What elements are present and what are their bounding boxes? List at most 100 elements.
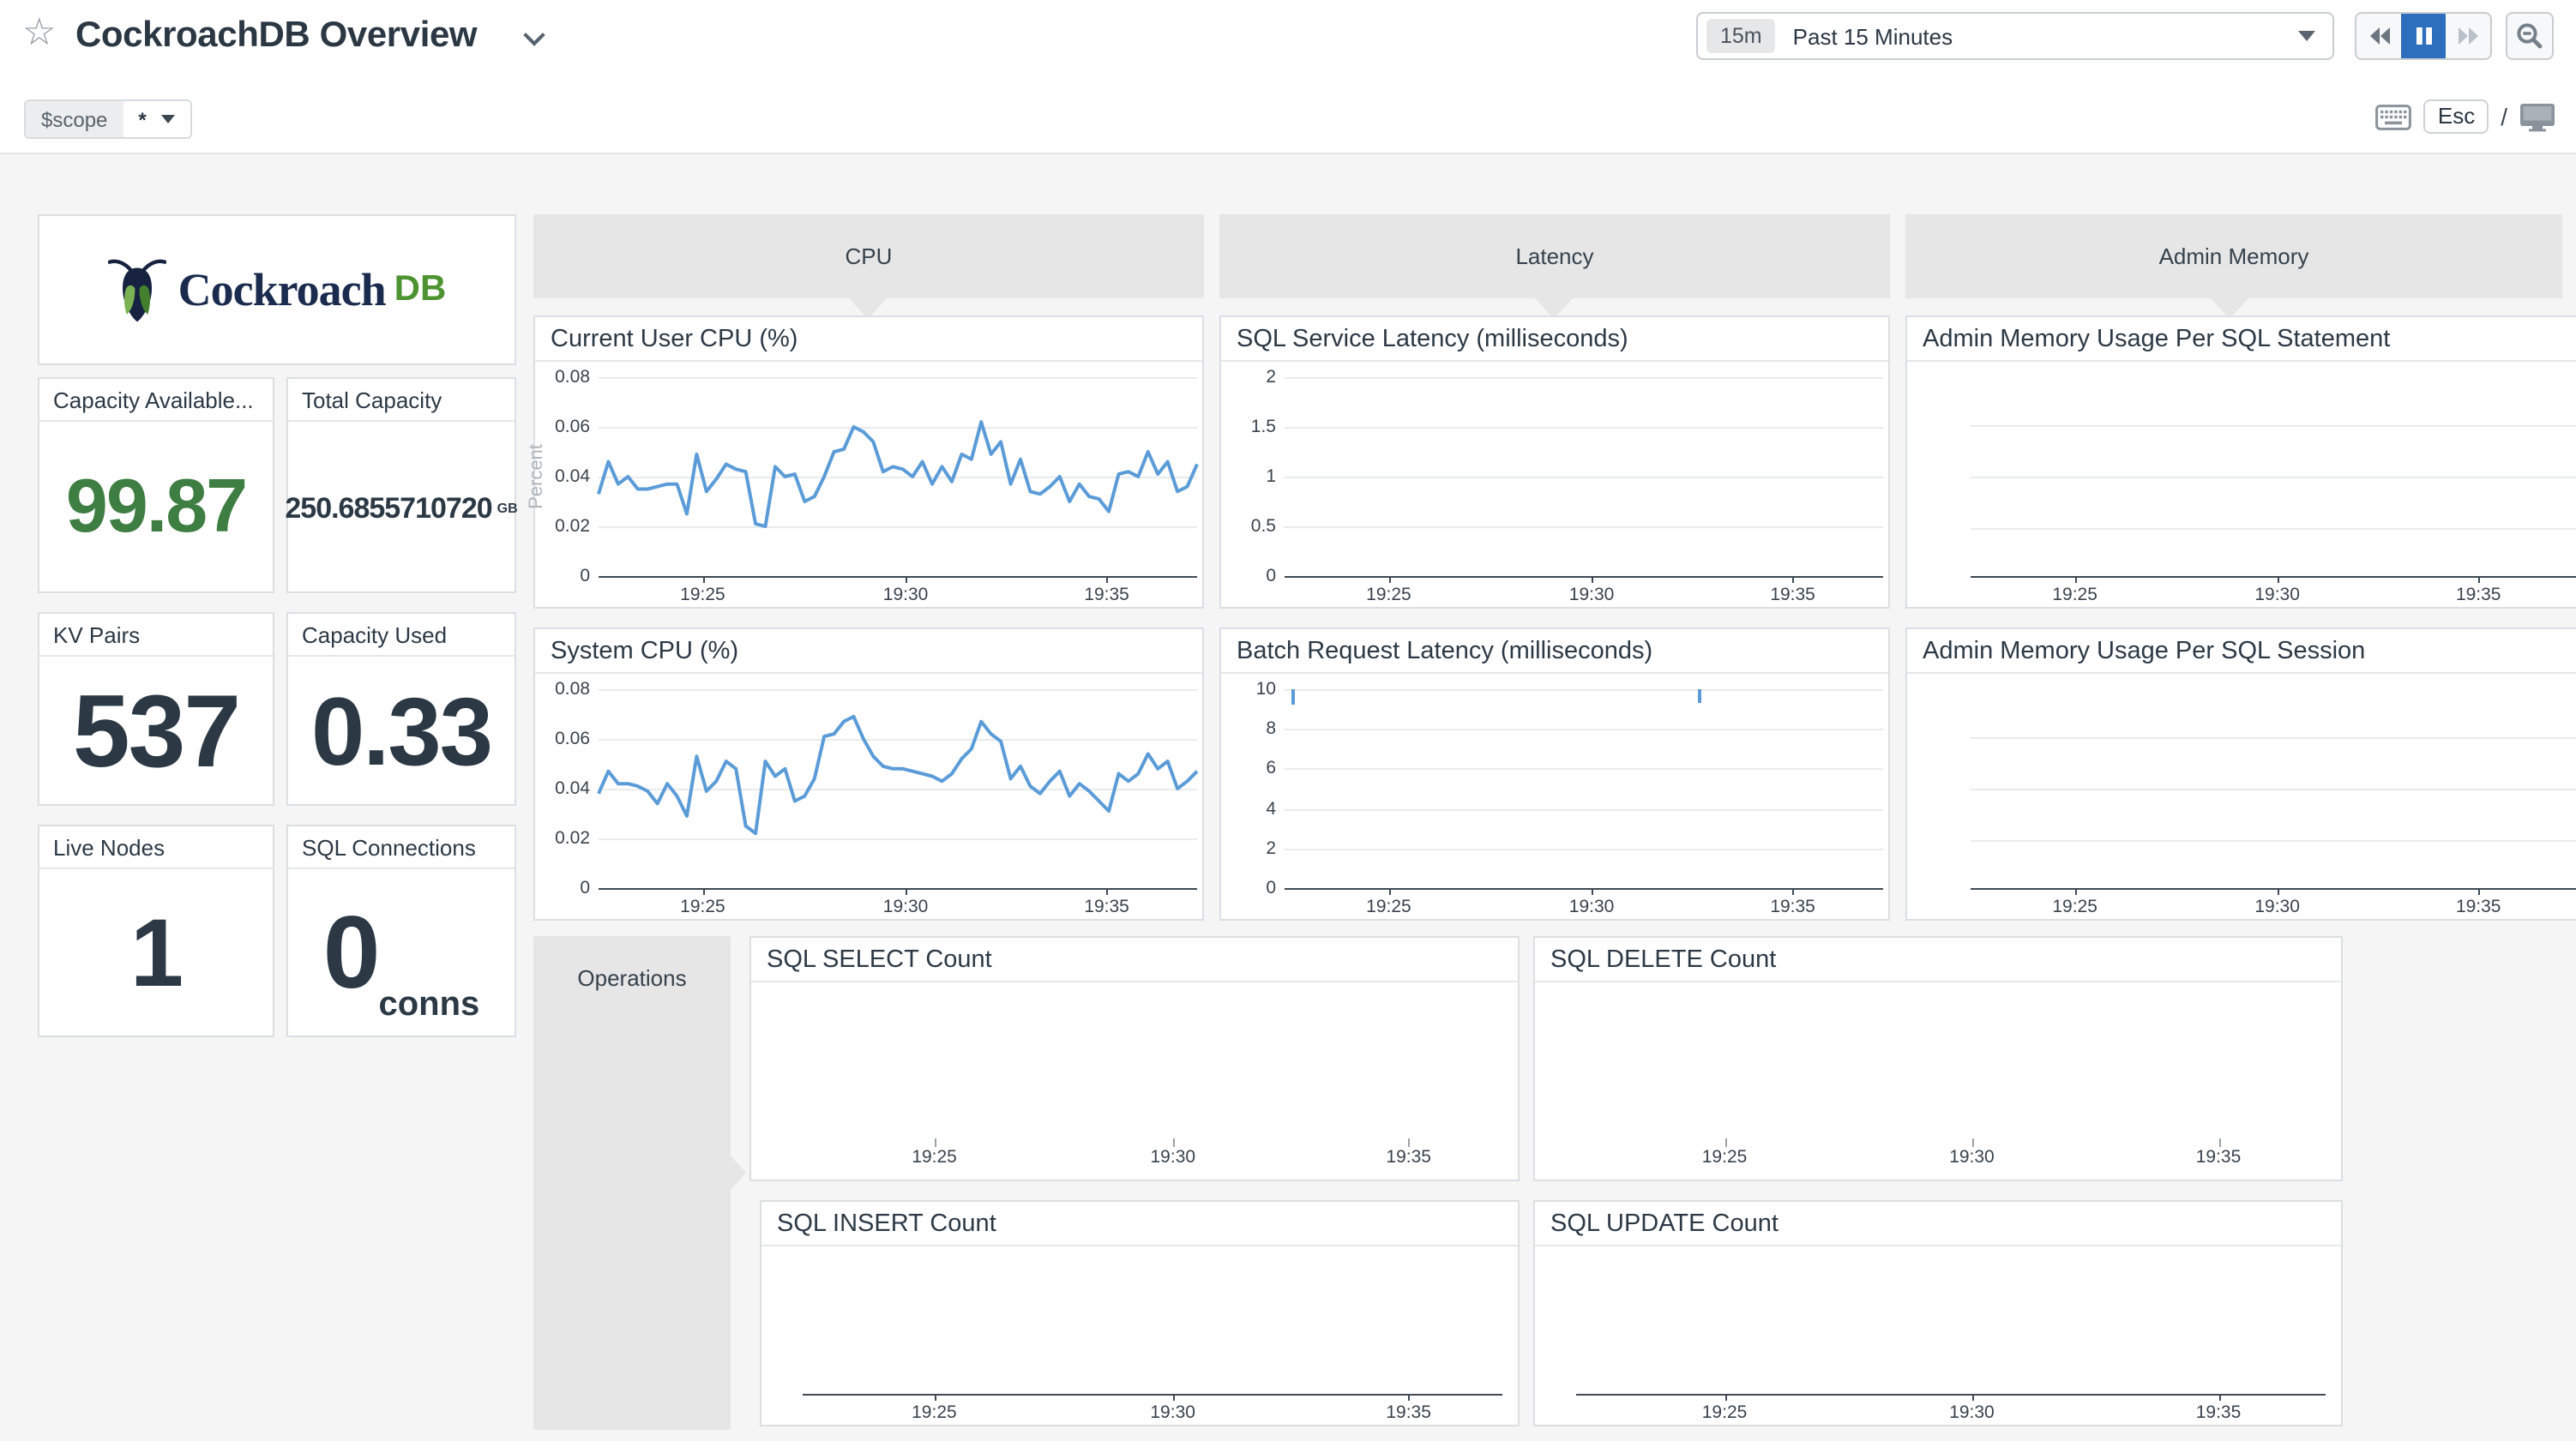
cockroach-bug-icon (108, 254, 166, 326)
y-axis-tick-label: 1.5 (1251, 417, 1276, 437)
group-header-admin-memory[interactable]: Admin Memory (1905, 214, 2562, 298)
y-axis-tick-label: 10 (1256, 679, 1276, 699)
group-title: Operations (533, 965, 731, 991)
x-axis-tick-mark (1971, 1394, 1973, 1401)
stat-card-capacity-used[interactable]: Capacity Used 0.33 (286, 612, 516, 806)
scope-variable-value[interactable]: * (123, 101, 190, 137)
group-header-latency[interactable]: Latency (1219, 214, 1890, 298)
chart-plot-area[interactable]: 19:2519:3019:35 (1971, 689, 2576, 888)
stat-value: 0.33 (311, 683, 491, 779)
chart-sql-update-count[interactable]: SQL UPDATE Count 19:2519:3019:35 (1533, 1200, 2343, 1426)
scope-value-text: * (138, 107, 146, 131)
stat-value: 1 (130, 905, 182, 1001)
fullscreen-monitor-icon[interactable] (2519, 102, 2555, 131)
gridline (1971, 737, 2576, 739)
x-axis-tick-label: 19:35 (1770, 897, 1815, 917)
x-axis-line (803, 1393, 1502, 1396)
y-axis-tick-label: 0.02 (555, 516, 590, 537)
x-axis-tick-label: 19:35 (1084, 585, 1129, 605)
shortcut-separator: / (2501, 103, 2507, 130)
stat-card-live-nodes[interactable]: Live Nodes 1 (38, 825, 274, 1037)
timeseries-line (599, 689, 1197, 888)
chart-sql-insert-count[interactable]: SQL INSERT Count 19:2519:3019:35 (760, 1200, 1520, 1426)
group-title: Admin Memory (2159, 243, 2309, 269)
chart-system-cpu[interactable]: System CPU (%) 0.080.060.040.02019:2519:… (533, 627, 1204, 921)
chart-plot-area[interactable]: 108642019:2519:3019:35 (1285, 689, 1883, 888)
y-axis-tick-label: 2 (1266, 838, 1276, 859)
gridline (1971, 840, 2576, 842)
chart-title: SQL SELECT Count (751, 938, 1518, 982)
chart-sql-delete-count[interactable]: SQL DELETE Count 19:2519:3019:35 (1533, 936, 2343, 1181)
group-header-operations[interactable]: Operations (533, 936, 731, 1430)
group-header-cpu[interactable]: CPU (533, 214, 1204, 298)
chart-admin-memory-per-sql-session[interactable]: Admin Memory Usage Per SQL Session 19:25… (1905, 627, 2576, 921)
gridline (1971, 477, 2576, 478)
y-axis-tick-label: 1 (1266, 466, 1276, 487)
brand-wordmark: Cockroach (178, 263, 386, 316)
y-axis-tick-label: 0.04 (555, 778, 590, 799)
x-axis-tick-label: 19:25 (680, 585, 725, 605)
scope-variable-selector[interactable]: $scope * (24, 99, 193, 139)
chart-title: Admin Memory Usage Per SQL Statement (1907, 317, 2576, 362)
x-axis-tick-label: 19:30 (1569, 897, 1615, 917)
group-pointer-operations (731, 1156, 746, 1190)
x-axis-tick-label: 19:35 (1770, 585, 1815, 605)
x-axis-tick-mark (1107, 576, 1109, 583)
x-axis-tick-mark (2075, 888, 2077, 895)
chart-plot-area[interactable]: 0.080.060.040.02019:2519:3019:35Percent (599, 377, 1197, 576)
time-range-picker[interactable]: 15m Past 15 Minutes (1696, 12, 2334, 60)
stat-card-kv-pairs[interactable]: KV Pairs 537 (38, 612, 274, 806)
fast-forward-button[interactable] (2446, 14, 2490, 58)
gridline (1285, 427, 1883, 429)
chart-plot-area[interactable]: 0.080.060.040.02019:2519:3019:35 (599, 689, 1197, 888)
chart-plot-area[interactable]: 21.510.5019:2519:3019:35 (1285, 377, 1883, 576)
x-axis-tick-label: 19:35 (2456, 585, 2501, 605)
gridline (1971, 528, 2576, 530)
x-axis-tick-label: 19:35 (1386, 1147, 1431, 1168)
title-chevron-down-icon[interactable] (523, 24, 545, 45)
chart-plot-area[interactable]: 19:2519:3019:35 (1576, 993, 2326, 1138)
pause-button[interactable] (2401, 14, 2446, 58)
chart-current-user-cpu[interactable]: Current User CPU (%) 0.080.060.040.02019… (533, 315, 1204, 609)
template-variable-bar: $scope * Esc / (0, 86, 2576, 154)
stat-value: 537 (73, 680, 239, 783)
y-axis-tick-label: 0 (580, 566, 590, 586)
time-range-caret-icon (2298, 31, 2315, 41)
x-axis-tick-label: 19:30 (883, 585, 929, 605)
chart-plot-area[interactable]: 19:2519:3019:35 (1971, 377, 2576, 576)
x-axis-tick-mark (906, 576, 907, 583)
group-title: CPU (846, 243, 893, 269)
x-axis-tick-mark (2478, 888, 2480, 895)
zoom-out-icon (2516, 22, 2543, 50)
cockroachdb-logo-card[interactable]: Cockroach DB (38, 214, 516, 365)
x-axis-tick-label: 19:30 (2254, 897, 2300, 917)
stat-card-sql-connections[interactable]: SQL Connections 0 conns (286, 825, 516, 1037)
chart-batch-request-latency[interactable]: Batch Request Latency (milliseconds) 108… (1219, 627, 1890, 921)
x-axis-line (1971, 575, 2576, 578)
top-bar: ☆ CockroachDB Overview 15m Past 15 Minut… (0, 0, 2576, 86)
y-axis-tick-label: 6 (1266, 759, 1276, 779)
gridline (1285, 769, 1883, 771)
chart-plot-area[interactable]: 19:2519:3019:35 (792, 993, 1502, 1138)
chart-sql-select-count[interactable]: SQL SELECT Count 19:2519:3019:35 (749, 936, 1520, 1181)
favorite-star-icon[interactable]: ☆ (22, 14, 56, 51)
x-axis-tick-label: 19:30 (883, 897, 929, 917)
y-axis-tick-label: 0.06 (555, 417, 590, 437)
stat-card-capacity-available[interactable]: Capacity Available... 99.87 (38, 377, 274, 593)
zoom-out-button[interactable] (2506, 12, 2554, 60)
chart-admin-memory-per-sql-statement[interactable]: Admin Memory Usage Per SQL Statement 19:… (1905, 315, 2576, 609)
stat-unit: GB (497, 500, 518, 515)
y-axis-tick-label: 2 (1266, 367, 1276, 387)
stat-card-total-capacity[interactable]: Total Capacity 250.6855710720 GB (286, 377, 516, 593)
gridline (1285, 526, 1883, 528)
y-axis-title: Percent (527, 444, 547, 509)
rewind-button[interactable] (2356, 14, 2401, 58)
chart-plot-area[interactable]: 19:2519:3019:35 (803, 1257, 1502, 1394)
x-axis-tick-label: 19:35 (2196, 1147, 2242, 1168)
chart-sql-service-latency[interactable]: SQL Service Latency (milliseconds) 21.51… (1219, 315, 1890, 609)
brand-wordmark-suffix: DB (394, 269, 447, 310)
x-axis-tick-label: 19:25 (912, 1402, 957, 1423)
gridline (1285, 477, 1883, 478)
chart-plot-area[interactable]: 19:2519:3019:35 (1576, 1257, 2326, 1394)
gridline (1285, 729, 1883, 730)
